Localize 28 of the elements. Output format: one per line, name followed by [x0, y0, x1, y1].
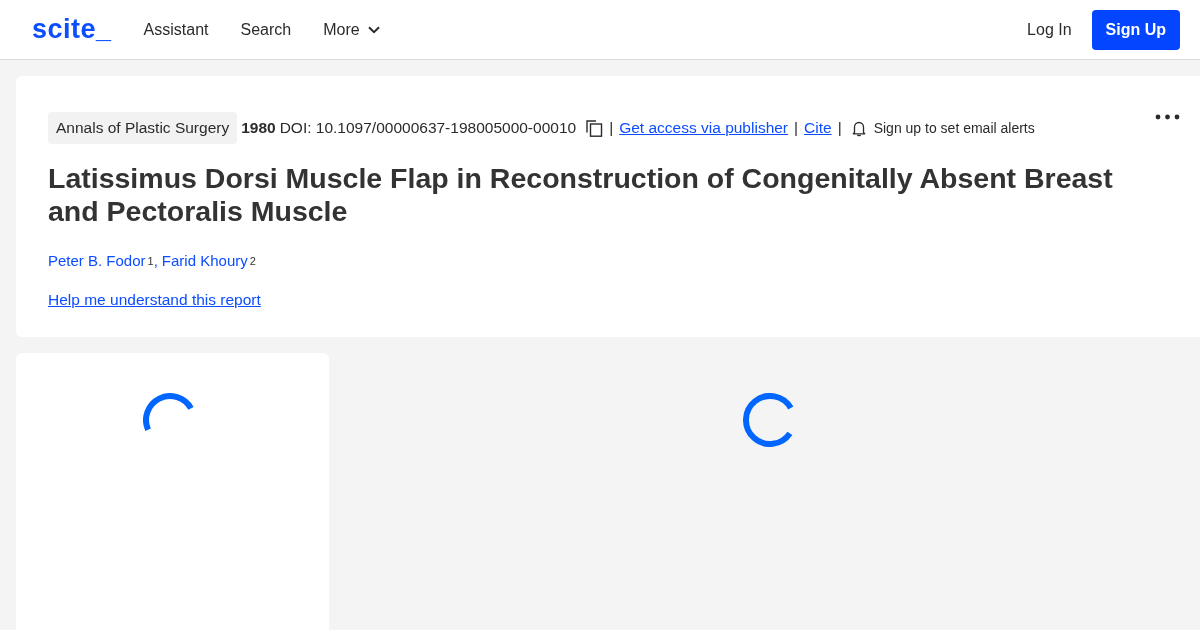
journal-tag[interactable]: Annals of Plastic Surgery	[48, 112, 238, 144]
author-link[interactable]: Peter B. Fodor	[48, 252, 146, 269]
bell-icon	[851, 119, 866, 137]
email-alerts-link[interactable]: Sign up to set email alerts	[873, 120, 1035, 136]
separator-text: ,	[153, 252, 158, 269]
article-title: Latissimus Dorsi Muscle Flap in Reconstruction of Congenitally Absent Breast and Pectoralis Muscle	[48, 162, 1114, 228]
copy-icon[interactable]	[586, 119, 604, 137]
loading-spinner-icon	[743, 393, 794, 447]
separator-text: |	[837, 119, 842, 137]
login-link[interactable]: Log In	[1027, 20, 1072, 39]
loading-spinner-icon	[143, 393, 194, 434]
affiliation-mark: 2	[249, 255, 256, 267]
article-link[interactable]: Get access via publisher	[619, 119, 789, 137]
separator-text: |	[794, 119, 799, 137]
affiliation-mark: 1	[147, 255, 154, 267]
nav-link[interactable]: Search	[240, 20, 292, 39]
nav-link[interactable]: Assistant	[143, 20, 209, 39]
separator-text: |	[609, 119, 614, 137]
nav-menu-button[interactable]: More	[323, 20, 380, 39]
year-text: 1980	[241, 119, 276, 137]
more-options-icon[interactable]	[1155, 114, 1180, 120]
chevron-down-icon	[367, 25, 380, 34]
logo[interactable]: scite_	[32, 14, 112, 45]
article-link[interactable]: Cite	[804, 119, 832, 137]
doi-text: DOI: 10.1097/00000637-198005000-00010	[279, 119, 577, 137]
author-link[interactable]: Farid Khoury	[161, 252, 248, 269]
signup-button[interactable]: Sign Up	[1091, 9, 1180, 50]
help-link[interactable]: Help me understand this report	[48, 291, 261, 309]
